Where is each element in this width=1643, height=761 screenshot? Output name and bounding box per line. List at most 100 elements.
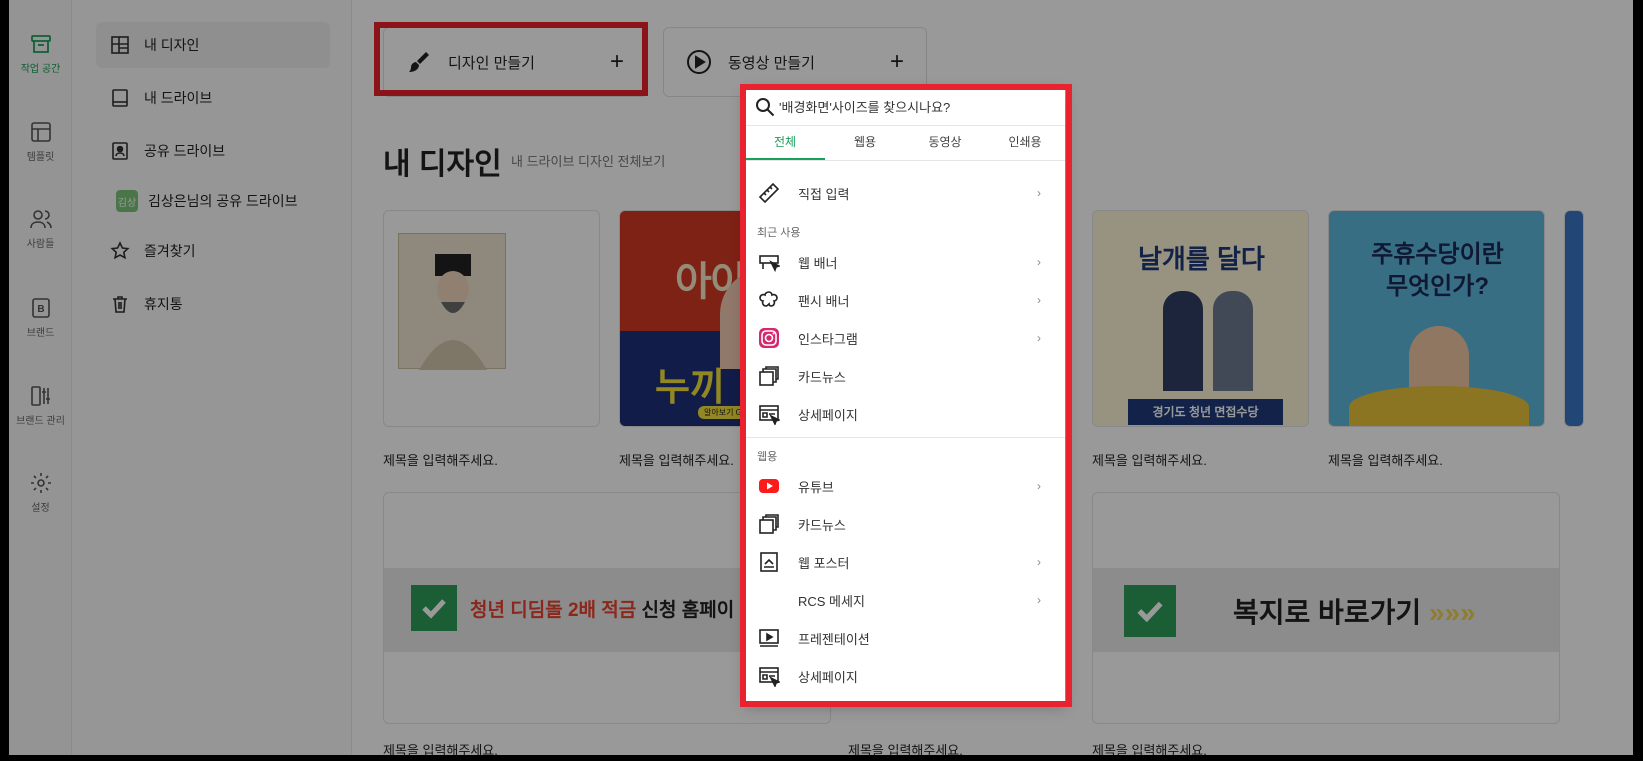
section-label-web: 웹용	[757, 451, 778, 463]
fancy-banner-icon	[757, 288, 781, 312]
brand-icon: B	[31, 298, 50, 318]
sidebar-item-label: 내 디자인	[144, 37, 200, 53]
sidebar-item-label: 공유 드라이브	[144, 143, 226, 159]
design-card[interactable]	[383, 210, 600, 427]
shared-drive-badge: 김상	[116, 190, 138, 212]
search-placeholder: '배경화면'사이즈를 찾으시나요?	[779, 100, 951, 115]
menu-item-rcs-message[interactable]: RCS 메세지 ›	[745, 581, 1065, 619]
popup-tabs: 전체 웹용 동영상 인쇄용	[745, 126, 1065, 161]
menu-item-label: 팬시 배너	[798, 293, 850, 309]
grid-icon	[111, 36, 129, 54]
sidebar-item-label: 내 드라이브	[144, 90, 213, 106]
menu-item-label: RCS 메세지	[798, 593, 865, 609]
sidebar-item-favorites[interactable]: 즐겨찾기	[96, 228, 330, 274]
menu-item-label: 프레젠테이션	[798, 631, 870, 647]
card-text: 누끼	[655, 367, 725, 409]
detail-page-icon	[757, 664, 781, 688]
checkmark-icon	[411, 585, 457, 631]
menu-item-label: 직접 입력	[798, 186, 850, 202]
rail-item-template[interactable]: 템플릿	[9, 120, 72, 163]
design-size-popup: '배경화면'사이즈를 찾으시나요? 전체 웹용 동영상 인쇄용 직접 입력 › …	[745, 88, 1065, 703]
tab-video[interactable]: 동영상	[905, 126, 985, 160]
shared-drive-label: 김상은님의 공유 드라이브	[148, 193, 298, 209]
card-caption: 제목을 입력해주세요.	[619, 453, 734, 468]
card-text-line: 주휴수당이란	[1371, 241, 1504, 268]
design-card[interactable]: 주휴수당이란 무엇인가?	[1328, 210, 1545, 427]
chevron-right-icon: ›	[1037, 331, 1041, 345]
menu-item-fancy-banner[interactable]: 팬시 배너 ›	[745, 281, 1065, 319]
play-circle-icon	[687, 50, 711, 74]
sidebar-item-my-drive[interactable]: 내 드라이브	[96, 75, 330, 121]
shared-drive-entry[interactable]: 김상 김상은님의 공유 드라이브	[116, 190, 297, 212]
rail-item-workspace[interactable]: 작업 공간	[9, 32, 72, 75]
rail-item-settings[interactable]: 설정	[9, 471, 72, 514]
card-caption: 제목을 입력해주세요.	[383, 743, 498, 755]
drive-icon	[112, 89, 128, 107]
card-caption: 제목을 입력해주세요.	[1092, 453, 1207, 468]
banner-text: 복지로 바로가기 »»»	[1233, 591, 1476, 631]
card-text: 날개를 달다	[1138, 244, 1265, 274]
rail-item-brand[interactable]: B 브랜드	[9, 296, 72, 339]
search-icon	[756, 97, 775, 116]
chevron-right-icon: ›	[1037, 479, 1041, 493]
rail-label: 브랜드	[26, 328, 55, 339]
design-card[interactable]: 복지로 바로가기 »»»	[1092, 492, 1560, 724]
template-icon	[30, 122, 51, 142]
star-icon	[110, 241, 130, 260]
menu-item-label: 상세페이지	[798, 669, 858, 685]
menu-item-web-banner[interactable]: 웹 배너 ›	[745, 243, 1065, 281]
web-banner-icon	[757, 250, 781, 274]
portrait-thumbnail	[398, 233, 506, 370]
trash-icon	[113, 296, 127, 313]
sidebar: 내 디자인 내 드라이브 공유 드라이브 김상 김상은님의 공유 드라이브 즐겨…	[72, 0, 352, 755]
create-video-button[interactable]: 동영상 만들기 +	[663, 27, 927, 97]
icon-rail: 작업 공간 템플릿 사람들 B 브랜드 브랜드 관리 설정	[9, 0, 72, 755]
rail-item-people[interactable]: 사람들	[9, 207, 72, 250]
menu-item-detail-page[interactable]: 상세페이지	[745, 657, 1065, 695]
rail-item-brand-manage[interactable]: 브랜드 관리	[9, 384, 72, 427]
svg-text:B: B	[37, 304, 44, 315]
menu-item-youtube[interactable]: 유튜브 ›	[745, 467, 1065, 505]
menu-item-presentation[interactable]: 프레젠테이션	[745, 619, 1065, 657]
sidebar-item-label: 휴지통	[144, 296, 183, 312]
tab-web[interactable]: 웹용	[825, 126, 905, 160]
menu-item-label: 유튜브	[798, 479, 834, 495]
card-caption: 제목을 입력해주세요.	[383, 453, 498, 468]
design-card[interactable]	[1564, 210, 1584, 427]
banner-text-red: 청년 디딤돌 2배 적금	[470, 600, 637, 621]
rail-label: 브랜드 관리	[16, 416, 65, 427]
sidebar-item-shared-drive[interactable]: 공유 드라이브	[96, 128, 330, 174]
gear-icon	[30, 473, 51, 493]
menu-item-card-news[interactable]: 카드뉴스	[745, 357, 1065, 395]
card-caption: 제목을 입력해주세요.	[1092, 743, 1207, 755]
menu-item-web-poster[interactable]: 웹 포스터 ›	[745, 543, 1065, 581]
card-caption: 제목을 입력해주세요.	[848, 743, 963, 755]
menu-item-label: 인스타그램	[798, 331, 858, 347]
card-news-icon	[757, 512, 781, 536]
youtube-icon	[757, 474, 781, 498]
arrows-icon: »»»	[1428, 597, 1476, 628]
sidebar-item-trash[interactable]: 휴지통	[96, 281, 330, 327]
card-text-line: 무엇인가?	[1386, 273, 1489, 300]
view-all-link[interactable]: 내 드라이브 디자인 전체보기	[511, 151, 665, 170]
menu-item-detail-page[interactable]: 상세페이지	[745, 395, 1065, 433]
menu-item-label: 카드뉴스	[798, 517, 846, 533]
rcs-icon	[757, 588, 781, 612]
rail-label: 템플릿	[26, 152, 55, 163]
menu-item-direct-input[interactable]: 직접 입력 ›	[745, 174, 1065, 212]
menu-item-card-news[interactable]: 카드뉴스	[745, 505, 1065, 543]
plus-icon: +	[889, 48, 904, 75]
size-search-input[interactable]: '배경화면'사이즈를 찾으시나요?	[745, 88, 1065, 126]
menu-item-label: 카드뉴스	[798, 369, 846, 385]
tab-all[interactable]: 전체	[745, 126, 825, 160]
tab-print[interactable]: 인쇄용	[985, 126, 1065, 160]
sidebar-item-my-design[interactable]: 내 디자인	[96, 22, 330, 68]
presentation-icon	[757, 626, 781, 650]
menu-item-instagram[interactable]: 인스타그램 ›	[745, 319, 1065, 357]
portrait-illustration	[419, 254, 487, 370]
chevron-right-icon: ›	[1037, 593, 1041, 607]
design-card[interactable]: 날개를 달다 경기도 청년 면접수당	[1092, 210, 1309, 427]
banner-text-main: 복지로 바로가기	[1233, 597, 1422, 628]
chevron-right-icon: ›	[1037, 255, 1041, 269]
menu-item-label: 웹 배너	[798, 255, 838, 271]
